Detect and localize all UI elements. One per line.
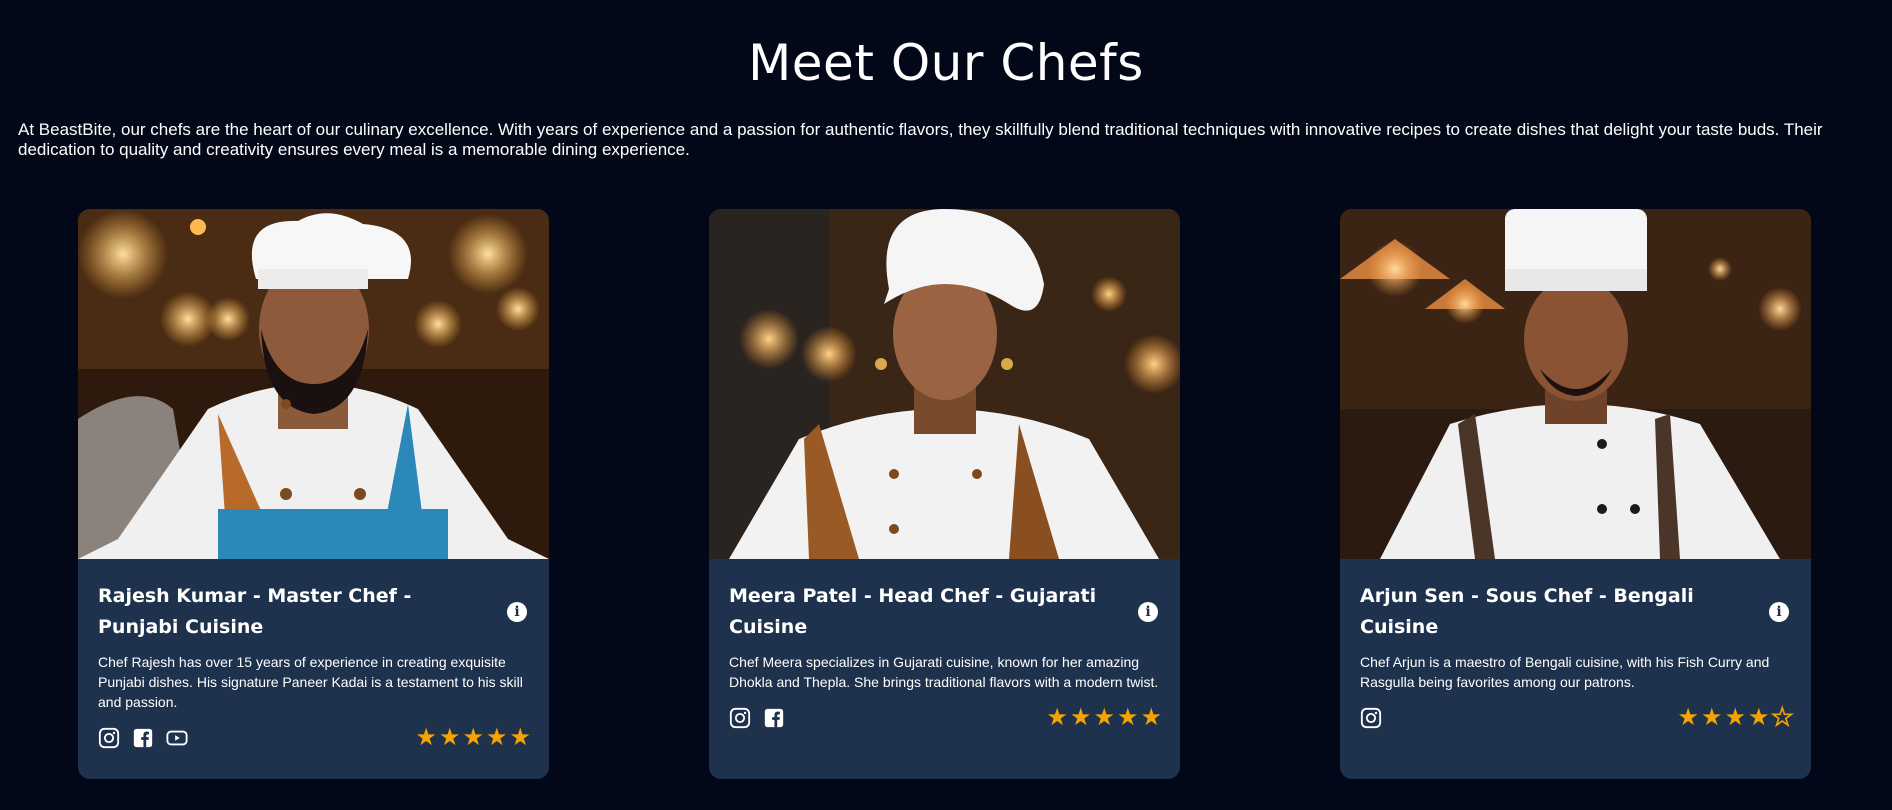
chef-portrait-image — [1340, 209, 1811, 559]
chef-description: Chef Meera specializes in Gujarati cuisi… — [729, 654, 1159, 690]
star-filled-icon: ★ — [1116, 704, 1139, 731]
star-filled-icon: ★ — [1747, 704, 1770, 731]
star-filled-icon: ★ — [438, 724, 461, 751]
star-filled-icon: ★ — [509, 724, 531, 751]
info-icon[interactable]: i — [1138, 602, 1158, 622]
chef-portrait-image — [78, 209, 549, 559]
star-filled-icon: ★ — [1046, 704, 1068, 731]
instagram-icon[interactable] — [1360, 707, 1382, 729]
chef-name: Arjun Sen - Sous Chef - Bengali Cuisine — [1360, 585, 1694, 638]
chef-card: Meera Patel - Head Chef - Gujarati Cuisi… — [709, 209, 1180, 779]
chef-photo — [709, 209, 1180, 559]
chef-description: Chef Arjun is a maestro of Bengali cuisi… — [1360, 654, 1770, 690]
facebook-icon[interactable] — [132, 727, 154, 749]
chef-card: Rajesh Kumar - Master Chef - Punjabi Cui… — [78, 209, 549, 779]
facebook-icon[interactable] — [763, 707, 785, 729]
youtube-icon[interactable] — [166, 727, 188, 749]
rating-stars: ★ ★ ★ ★ ★ — [1677, 704, 1794, 731]
info-icon[interactable]: i — [1769, 602, 1789, 622]
intro-text: At BeastBite, our chefs are the heart of… — [18, 120, 1823, 159]
star-filled-icon: ★ — [1069, 704, 1092, 731]
chef-card: Arjun Sen - Sous Chef - Bengali Cuisine … — [1340, 209, 1811, 779]
info-icon[interactable]: i — [507, 602, 527, 622]
star-filled-icon: ★ — [1700, 704, 1723, 731]
star-filled-icon: ★ — [1140, 704, 1162, 731]
chef-photo — [1340, 209, 1811, 559]
instagram-icon[interactable] — [729, 707, 751, 729]
chef-photo — [78, 209, 549, 559]
star-filled-icon: ★ — [462, 724, 484, 751]
star-filled-icon: ★ — [1677, 704, 1699, 731]
star-filled-icon: ★ — [1093, 704, 1115, 731]
chef-portrait-image — [709, 209, 1180, 559]
chef-name: Meera Patel - Head Chef - Gujarati Cuisi… — [729, 585, 1097, 638]
rating-stars: ★ ★ ★ ★ ★ — [415, 726, 531, 750]
star-filled-icon: ★ — [485, 724, 508, 751]
rating-stars: ★ ★ ★ ★ ★ — [1046, 706, 1162, 730]
star-filled-icon: ★ — [415, 724, 437, 751]
star-empty-icon: ★ — [1771, 704, 1794, 731]
star-filled-icon: ★ — [1724, 704, 1746, 731]
page-title: Meet Our Chefs — [748, 34, 1144, 92]
chef-name: Rajesh Kumar - Master Chef - Punjabi Cui… — [98, 585, 412, 638]
chef-description: Chef Rajesh has over 15 years of experie… — [98, 654, 523, 710]
instagram-icon[interactable] — [98, 727, 120, 749]
